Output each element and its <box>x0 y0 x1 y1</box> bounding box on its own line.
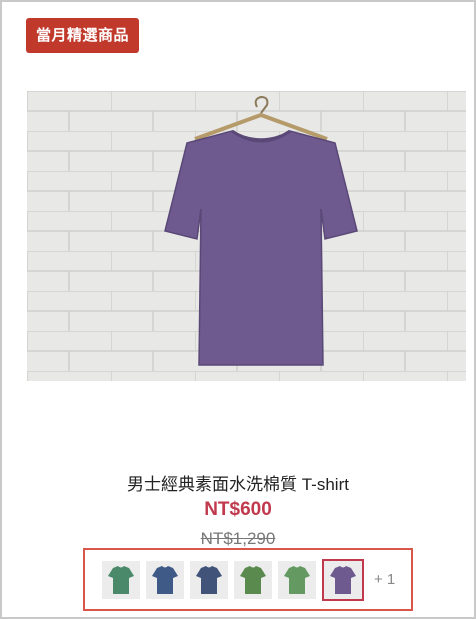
product-title[interactable]: 男士經典素面水洗棉質 T-shirt <box>2 470 474 495</box>
swatch-light-green[interactable] <box>278 560 316 599</box>
swatch-olive-green[interactable] <box>234 560 272 599</box>
featured-badge: 當月精選商品 <box>26 18 140 53</box>
tshirt-icon <box>152 565 178 594</box>
swatch-denim[interactable] <box>190 560 228 599</box>
product-card[interactable]: 當月精選商品 男士經典素面水洗棉質 T-shirt NT$600 NT$1,29… <box>0 0 476 619</box>
tshirt-icon <box>240 565 266 594</box>
tshirt-icon <box>108 565 134 594</box>
tshirt-icon <box>196 565 222 594</box>
original-price: NT$1,290 <box>200 529 276 548</box>
sale-price: NT$600 <box>204 499 272 520</box>
swatch-green[interactable] <box>102 560 140 599</box>
swatch-purple[interactable] <box>322 558 364 601</box>
tshirt-icon <box>330 565 356 594</box>
color-swatch-list: + 1 <box>83 548 413 611</box>
more-swatches-count[interactable]: + 1 <box>374 571 395 588</box>
product-image[interactable] <box>27 91 466 381</box>
swatch-navy[interactable] <box>146 560 184 599</box>
tshirt-icon <box>284 565 310 594</box>
